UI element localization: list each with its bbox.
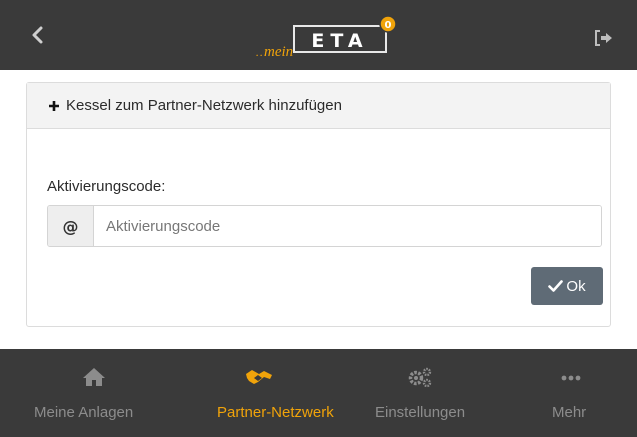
at-icon: @	[48, 206, 94, 246]
nav-label: Einstellungen	[375, 404, 466, 421]
panel-header: Kessel zum Partner-Netzwerk hinzufügen	[27, 83, 610, 129]
meineta-logo: … mein ETA 0	[256, 15, 397, 60]
nav-item-partner-netzwerk[interactable]: Partner-Netzwerk	[188, 349, 334, 437]
add-boiler-panel: Kessel zum Partner-Netzwerk hinzufügen A…	[26, 82, 611, 327]
activation-code-input[interactable]	[94, 206, 601, 246]
top-bar: … mein ETA 0	[0, 0, 637, 70]
ellipsis-icon	[561, 375, 581, 381]
nav-item-einstellungen[interactable]: Einstellungen	[329, 349, 505, 437]
logo-prefix-text: mein	[264, 44, 293, 60]
logout-icon[interactable]	[594, 29, 614, 47]
handshake-icon	[246, 370, 272, 384]
activation-code-group: @	[47, 205, 602, 247]
nav-item-meine-anlagen[interactable]: Meine Anlagen	[0, 349, 188, 437]
notification-count: 0	[385, 20, 392, 31]
check-icon	[548, 280, 564, 292]
home-icon	[83, 368, 105, 386]
back-arrow-icon[interactable]	[26, 23, 50, 47]
ok-button[interactable]: Ok	[531, 267, 603, 305]
panel-title: Kessel zum Partner-Netzwerk hinzufügen	[66, 97, 342, 114]
activation-code-label: Aktivierungscode:	[47, 178, 166, 195]
nav-item-mehr[interactable]: Mehr	[505, 349, 637, 437]
cogs-icon	[408, 367, 432, 388]
nav-label: Mehr	[552, 404, 587, 421]
nav-label: Meine Anlagen	[34, 404, 134, 421]
logo-text: ETA	[311, 30, 368, 52]
plus-icon	[49, 100, 59, 111]
nav-label: Partner-Netzwerk	[217, 404, 334, 421]
ok-button-label: Ok	[566, 277, 586, 295]
bottom-navigation: Meine Anlagen Partner-Netzwerk Einstellu…	[0, 349, 637, 437]
